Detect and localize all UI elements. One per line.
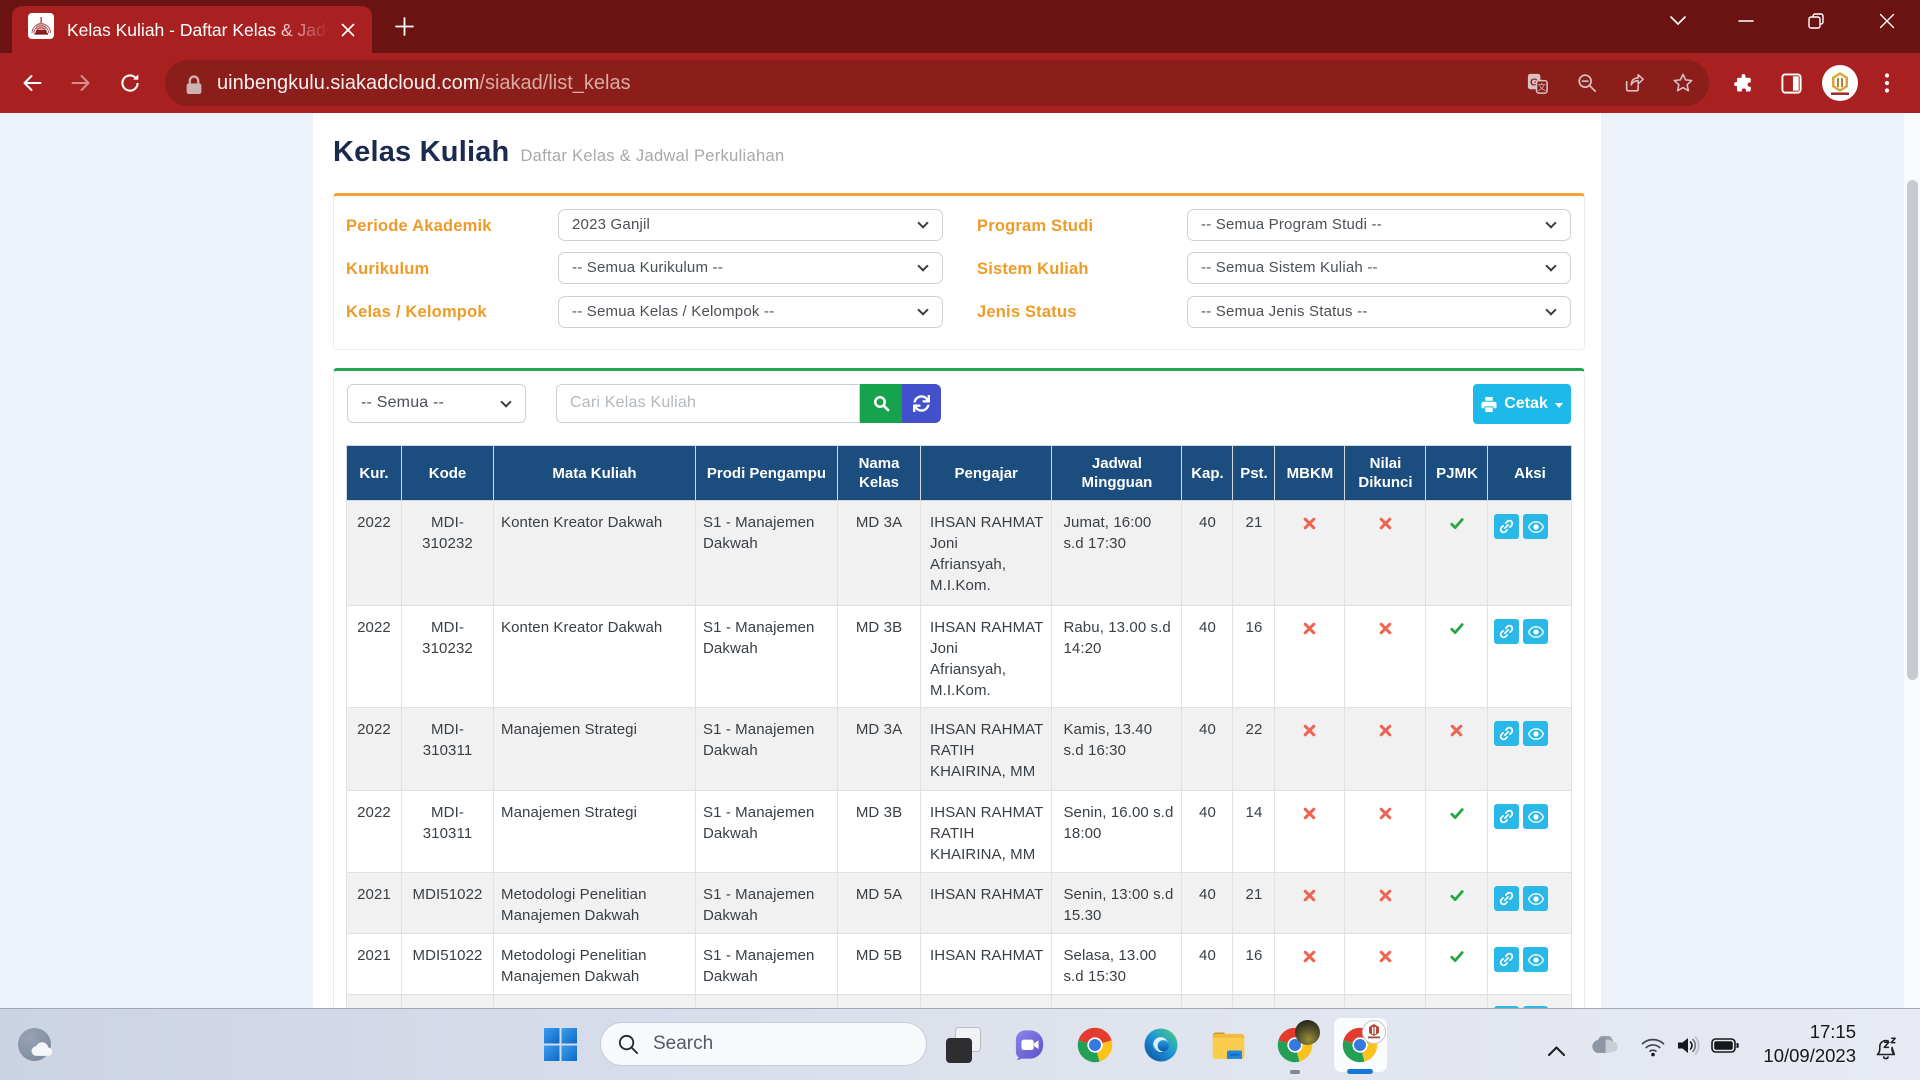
svg-text:文: 文 bbox=[1538, 81, 1547, 92]
